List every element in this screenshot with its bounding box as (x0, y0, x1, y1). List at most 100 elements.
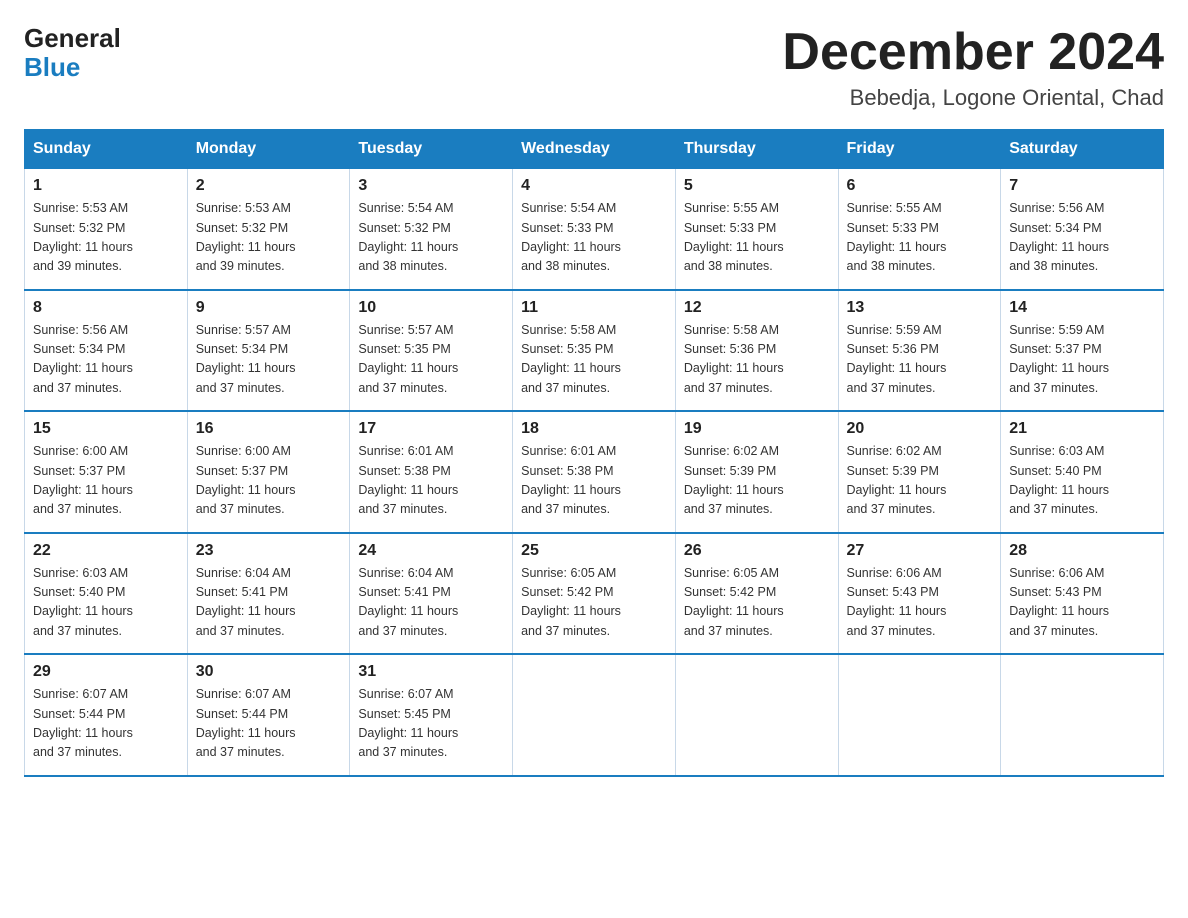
calendar-cell: 13 Sunrise: 5:59 AMSunset: 5:36 PMDayligh… (838, 290, 1001, 412)
day-number: 25 (521, 542, 667, 560)
day-info: Sunrise: 5:56 AMSunset: 5:34 PMDaylight:… (33, 321, 179, 399)
day-info: Sunrise: 6:04 AMSunset: 5:41 PMDaylight:… (196, 564, 342, 642)
day-number: 10 (358, 299, 504, 317)
day-number: 3 (358, 177, 504, 195)
weekday-header-row: SundayMondayTuesdayWednesdayThursdayFrid… (25, 130, 1164, 169)
calendar-cell: 5 Sunrise: 5:55 AMSunset: 5:33 PMDaylight… (675, 169, 838, 290)
day-info: Sunrise: 6:07 AMSunset: 5:44 PMDaylight:… (33, 685, 179, 763)
day-info: Sunrise: 5:57 AMSunset: 5:35 PMDaylight:… (358, 321, 504, 399)
day-info: Sunrise: 6:07 AMSunset: 5:45 PMDaylight:… (358, 685, 504, 763)
day-number: 1 (33, 177, 179, 195)
day-number: 26 (684, 542, 830, 560)
day-number: 4 (521, 177, 667, 195)
day-info: Sunrise: 6:02 AMSunset: 5:39 PMDaylight:… (847, 442, 993, 520)
calendar-cell: 17Sunrise: 6:01 AMSunset: 5:38 PMDayligh… (350, 411, 513, 533)
calendar-cell: 11Sunrise: 5:58 AMSunset: 5:35 PMDayligh… (513, 290, 676, 412)
calendar-cell: 3Sunrise: 5:54 AMSunset: 5:32 PMDaylight… (350, 169, 513, 290)
day-info: Sunrise: 6:00 AMSunset: 5:37 PMDaylight:… (33, 442, 179, 520)
calendar-cell (1001, 654, 1164, 776)
calendar-cell (675, 654, 838, 776)
calendar-table: SundayMondayTuesdayWednesdayThursdayFrid… (24, 129, 1164, 777)
logo-general-text: General (24, 24, 121, 53)
day-info: Sunrise: 5:53 AMSunset: 5:32 PMDaylight:… (33, 199, 179, 277)
day-number: 5 (684, 177, 830, 195)
day-number: 28 (1009, 542, 1155, 560)
weekday-header-wednesday: Wednesday (513, 130, 676, 169)
day-info: Sunrise: 5:56 AMSunset: 5:34 PMDaylight:… (1009, 199, 1155, 277)
day-number: 21 (1009, 420, 1155, 438)
location-title: Bebedja, Logone Oriental, Chad (782, 85, 1164, 111)
day-number: 23 (196, 542, 342, 560)
day-info: Sunrise: 6:01 AMSunset: 5:38 PMDaylight:… (358, 442, 504, 520)
logo: General Blue (24, 24, 121, 81)
day-number: 2 (196, 177, 342, 195)
day-number: 13 (847, 299, 993, 317)
calendar-cell: 22 Sunrise: 6:03 AMSunset: 5:40 PMDayligh… (25, 533, 188, 655)
calendar-cell: 24 Sunrise: 6:04 AMSunset: 5:41 PMDayligh… (350, 533, 513, 655)
calendar-cell: 26 Sunrise: 6:05 AMSunset: 5:42 PMDayligh… (675, 533, 838, 655)
day-info: Sunrise: 5:54 AMSunset: 5:33 PMDaylight:… (521, 199, 667, 277)
day-number: 20 (847, 420, 993, 438)
day-info: Sunrise: 5:59 AMSunset: 5:37 PMDaylight:… (1009, 321, 1155, 399)
day-info: Sunrise: 6:04 AMSunset: 5:41 PMDaylight:… (358, 564, 504, 642)
month-title: December 2024 (782, 24, 1164, 81)
day-number: 29 (33, 663, 179, 681)
logo-blue-text: Blue (24, 53, 80, 82)
calendar-cell: 23 Sunrise: 6:04 AMSunset: 5:41 PMDayligh… (187, 533, 350, 655)
calendar-cell: 31 Sunrise: 6:07 AMSunset: 5:45 PMDayligh… (350, 654, 513, 776)
weekday-header-tuesday: Tuesday (350, 130, 513, 169)
day-info: Sunrise: 6:01 AMSunset: 5:38 PMDaylight:… (521, 442, 667, 520)
day-number: 14 (1009, 299, 1155, 317)
day-info: Sunrise: 6:07 AMSunset: 5:44 PMDaylight:… (196, 685, 342, 763)
day-info: Sunrise: 5:53 AMSunset: 5:32 PMDaylight:… (196, 199, 342, 277)
week-row-1: 1 Sunrise: 5:53 AMSunset: 5:32 PMDaylight… (25, 169, 1164, 290)
weekday-header-thursday: Thursday (675, 130, 838, 169)
day-info: Sunrise: 5:57 AMSunset: 5:34 PMDaylight:… (196, 321, 342, 399)
day-number: 16 (196, 420, 342, 438)
day-info: Sunrise: 6:02 AMSunset: 5:39 PMDaylight:… (684, 442, 830, 520)
day-info: Sunrise: 6:05 AMSunset: 5:42 PMDaylight:… (684, 564, 830, 642)
calendar-cell: 6Sunrise: 5:55 AMSunset: 5:33 PMDaylight… (838, 169, 1001, 290)
day-number: 22 (33, 542, 179, 560)
day-info: Sunrise: 6:03 AMSunset: 5:40 PMDaylight:… (33, 564, 179, 642)
calendar-cell: 7Sunrise: 5:56 AMSunset: 5:34 PMDaylight… (1001, 169, 1164, 290)
day-number: 30 (196, 663, 342, 681)
day-info: Sunrise: 6:05 AMSunset: 5:42 PMDaylight:… (521, 564, 667, 642)
calendar-cell (838, 654, 1001, 776)
title-block: December 2024 Bebedja, Logone Oriental, … (782, 24, 1164, 111)
calendar-cell: 1 Sunrise: 5:53 AMSunset: 5:32 PMDaylight… (25, 169, 188, 290)
day-number: 31 (358, 663, 504, 681)
day-info: Sunrise: 6:03 AMSunset: 5:40 PMDaylight:… (1009, 442, 1155, 520)
calendar-cell: 15 Sunrise: 6:00 AMSunset: 5:37 PMDayligh… (25, 411, 188, 533)
weekday-header-friday: Friday (838, 130, 1001, 169)
weekday-header-monday: Monday (187, 130, 350, 169)
calendar-cell: 25 Sunrise: 6:05 AMSunset: 5:42 PMDayligh… (513, 533, 676, 655)
calendar-cell: 19 Sunrise: 6:02 AMSunset: 5:39 PMDayligh… (675, 411, 838, 533)
day-info: Sunrise: 5:59 AMSunset: 5:36 PMDaylight:… (847, 321, 993, 399)
weekday-header-saturday: Saturday (1001, 130, 1164, 169)
day-number: 8 (33, 299, 179, 317)
day-number: 15 (33, 420, 179, 438)
day-number: 27 (847, 542, 993, 560)
calendar-cell: 27Sunrise: 6:06 AMSunset: 5:43 PMDayligh… (838, 533, 1001, 655)
calendar-cell: 9Sunrise: 5:57 AMSunset: 5:34 PMDaylight… (187, 290, 350, 412)
day-info: Sunrise: 5:58 AMSunset: 5:35 PMDaylight:… (521, 321, 667, 399)
calendar-cell (513, 654, 676, 776)
week-row-3: 15 Sunrise: 6:00 AMSunset: 5:37 PMDayligh… (25, 411, 1164, 533)
calendar-cell: 29 Sunrise: 6:07 AMSunset: 5:44 PMDayligh… (25, 654, 188, 776)
calendar-cell: 2 Sunrise: 5:53 AMSunset: 5:32 PMDaylight… (187, 169, 350, 290)
day-info: Sunrise: 6:06 AMSunset: 5:43 PMDaylight:… (1009, 564, 1155, 642)
day-number: 12 (684, 299, 830, 317)
calendar-cell: 12Sunrise: 5:58 AMSunset: 5:36 PMDayligh… (675, 290, 838, 412)
day-number: 24 (358, 542, 504, 560)
day-number: 19 (684, 420, 830, 438)
weekday-header-sunday: Sunday (25, 130, 188, 169)
day-info: Sunrise: 5:55 AMSunset: 5:33 PMDaylight:… (684, 199, 830, 277)
week-row-4: 22 Sunrise: 6:03 AMSunset: 5:40 PMDayligh… (25, 533, 1164, 655)
calendar-cell: 30 Sunrise: 6:07 AMSunset: 5:44 PMDayligh… (187, 654, 350, 776)
calendar-cell: 20 Sunrise: 6:02 AMSunset: 5:39 PMDayligh… (838, 411, 1001, 533)
calendar-cell: 28 Sunrise: 6:06 AMSunset: 5:43 PMDayligh… (1001, 533, 1164, 655)
calendar-cell: 4 Sunrise: 5:54 AMSunset: 5:33 PMDaylight… (513, 169, 676, 290)
day-info: Sunrise: 5:55 AMSunset: 5:33 PMDaylight:… (847, 199, 993, 277)
calendar-cell: 14 Sunrise: 5:59 AMSunset: 5:37 PMDayligh… (1001, 290, 1164, 412)
